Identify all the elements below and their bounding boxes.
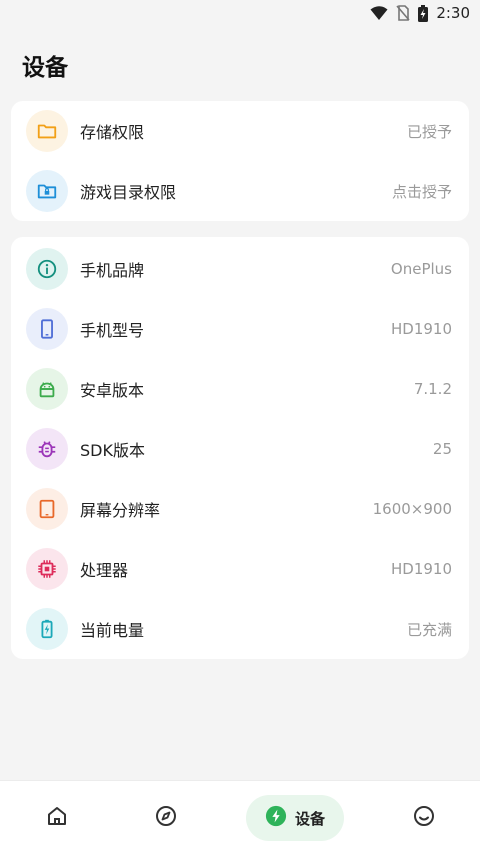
- status-time: 2:30: [436, 4, 470, 22]
- row-value: 7.1.2: [413, 380, 452, 398]
- row-value: 已授予: [406, 122, 452, 141]
- home-icon: [45, 804, 69, 832]
- row-value: 已充满: [406, 620, 452, 639]
- row-label: 当前电量: [80, 621, 145, 640]
- storage-permission-row[interactable]: 存储权限 已授予: [11, 101, 469, 161]
- row-value: HD1910: [390, 320, 452, 338]
- bottom-nav: 设备: [0, 780, 480, 853]
- row-label: 游戏目录权限: [80, 183, 177, 202]
- page-title: 设备: [22, 55, 68, 81]
- battery-icon: [26, 608, 68, 650]
- permissions-card: 存储权限 已授予 游戏目录权限 点击授予: [11, 101, 469, 221]
- row-label: 手机型号: [80, 321, 145, 340]
- phone-brand-row: 手机品牌 OnePlus: [11, 239, 469, 299]
- smiley-icon: [412, 804, 436, 832]
- android-version-row: 安卓版本 7.1.2: [11, 359, 469, 419]
- row-value: 25: [432, 440, 452, 458]
- row-value: OnePlus: [390, 260, 452, 278]
- row-label: SDK版本: [80, 441, 145, 460]
- tablet-icon: [26, 488, 68, 530]
- nav-device[interactable]: 设备: [246, 795, 344, 841]
- row-label: 存储权限: [80, 123, 145, 142]
- folder-lock-icon: [26, 170, 68, 212]
- folder-icon: [26, 110, 68, 152]
- compass-icon: [154, 804, 178, 832]
- nav-home[interactable]: [34, 795, 80, 841]
- android-icon: [26, 368, 68, 410]
- processor-row: 处理器 HD1910: [11, 539, 469, 599]
- row-label: 处理器: [80, 561, 129, 580]
- info-icon: [26, 248, 68, 290]
- row-value: 点击授予: [391, 182, 452, 201]
- bolt-icon: [265, 805, 287, 831]
- status-bar: 2:30: [0, 0, 480, 26]
- row-label: 手机品牌: [80, 261, 145, 280]
- row-value: HD1910: [390, 560, 452, 578]
- wifi-icon: [370, 5, 388, 21]
- row-value: 1600×900: [372, 500, 452, 518]
- nav-device-label: 设备: [294, 809, 325, 828]
- bug-icon: [26, 428, 68, 470]
- row-label: 屏幕分辨率: [80, 501, 161, 520]
- no-sim-icon: [396, 5, 410, 21]
- battery-level-row: 当前电量 已充满: [11, 599, 469, 659]
- game-dir-permission-row[interactable]: 游戏目录权限 点击授予: [11, 161, 469, 221]
- nav-discover[interactable]: [143, 795, 189, 841]
- screen-resolution-row: 屏幕分辨率 1600×900: [11, 479, 469, 539]
- nav-profile[interactable]: [401, 795, 447, 841]
- sdk-version-row: SDK版本 25: [11, 419, 469, 479]
- battery-charging-icon: [418, 4, 429, 22]
- row-label: 安卓版本: [80, 381, 145, 400]
- phone-icon: [26, 308, 68, 350]
- device-info-card: 手机品牌 OnePlus 手机型号 HD1910 安卓版本 7.1.2 SDK版…: [11, 237, 469, 659]
- chip-icon: [26, 548, 68, 590]
- phone-model-row: 手机型号 HD1910: [11, 299, 469, 359]
